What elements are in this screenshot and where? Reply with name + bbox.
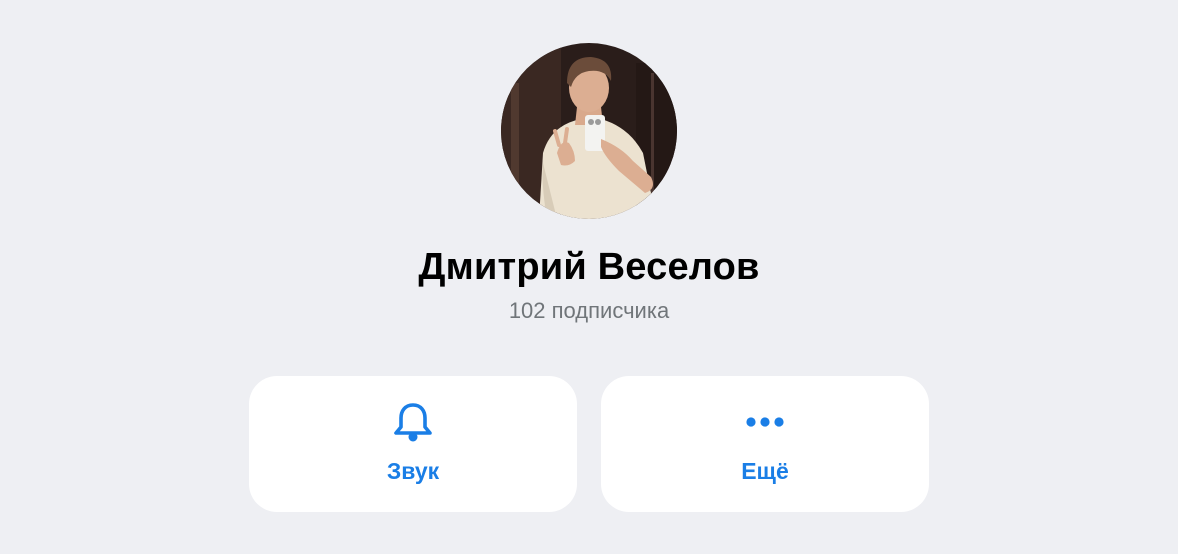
profile-name: Дмитрий Веселов bbox=[418, 246, 760, 288]
channel-profile-page: Дмитрий Веселов 102 подписчика Звук Ещё bbox=[0, 0, 1178, 554]
subscriber-count: 102 подписчика bbox=[508, 298, 670, 323]
sound-button[interactable]: Звук bbox=[249, 376, 577, 512]
more-dots-icon bbox=[601, 400, 929, 444]
more-button[interactable]: Ещё bbox=[601, 376, 929, 512]
bell-icon bbox=[249, 400, 577, 444]
avatar[interactable] bbox=[501, 43, 677, 219]
sound-button-label: Звук bbox=[386, 458, 440, 484]
avatar-photo bbox=[501, 43, 677, 219]
more-button-label: Ещё bbox=[741, 458, 789, 484]
